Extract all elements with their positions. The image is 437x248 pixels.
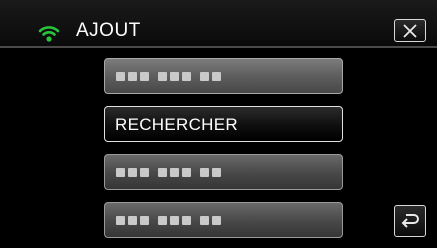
header-bar: AJOUT [0,0,437,46]
list-item-masked-2[interactable] [104,154,343,190]
list-item-masked-1[interactable] [104,58,343,94]
close-button[interactable] [394,19,426,42]
masked-text [116,168,224,177]
close-icon [403,24,417,38]
wifi-icon [38,24,60,47]
rechercher-label: RECHERCHER [115,115,238,134]
page-title: AJOUT [76,20,141,41]
back-button[interactable] [394,205,426,237]
masked-text [116,216,224,225]
rechercher-button[interactable]: RECHERCHER [104,106,343,142]
return-arrow-icon [401,214,419,228]
list-item-masked-3[interactable] [104,202,343,238]
masked-text [116,72,224,81]
header-divider [0,46,437,48]
